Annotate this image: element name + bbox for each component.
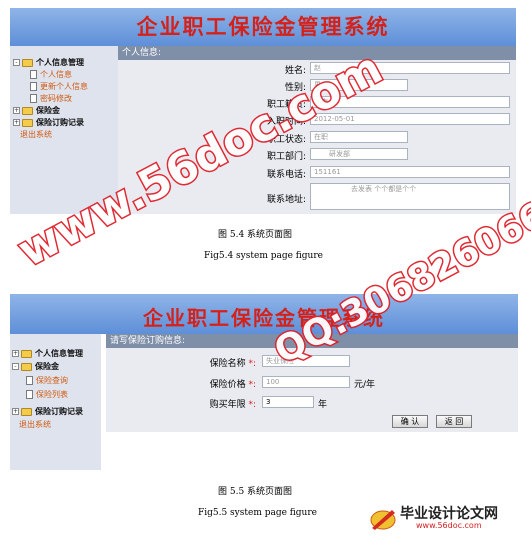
tree-item-personal-info[interactable]: + 个人信息管理 bbox=[12, 348, 83, 359]
figure-caption-cn: 图 5.4 系统页面图 bbox=[218, 230, 293, 240]
document-icon bbox=[30, 82, 37, 91]
folder-icon bbox=[21, 407, 32, 416]
figure-caption-cn: 图 5.5 系统页面图 bbox=[218, 487, 293, 497]
tree-item-purchase-records[interactable]: + 保险订购记录 bbox=[12, 406, 83, 417]
tree-item-personal-info[interactable]: - 个人信息管理 bbox=[13, 57, 84, 68]
tree-item-personal-info-view[interactable]: 个人信息 bbox=[30, 69, 72, 80]
status-field[interactable]: 在职 bbox=[310, 131, 408, 143]
years-unit: 年 bbox=[318, 400, 328, 410]
screenshot-insurance-order: 企业职工保险金管理系统 + 个人信息管理 - 保险金 保险查询 保险列表 + 保… bbox=[10, 294, 518, 470]
tree-item-purchase-records[interactable]: + 保险订购记录 bbox=[13, 117, 84, 128]
back-button[interactable]: 返 回 bbox=[436, 415, 472, 428]
required-mark: *: bbox=[248, 359, 256, 369]
tree-item-password-change[interactable]: 密码修改 bbox=[30, 93, 72, 104]
app-banner: 企业职工保险金管理系统 bbox=[10, 294, 518, 334]
tree-item-insurance-query[interactable]: 保险查询 bbox=[26, 375, 68, 386]
site-logo: 毕业设计论文网 www.56doc.com bbox=[368, 503, 528, 533]
required-mark: *: bbox=[248, 400, 256, 410]
required-mark: *: bbox=[248, 380, 256, 390]
price-unit: 元/年 bbox=[354, 380, 376, 390]
expand-toggle-icon[interactable]: + bbox=[13, 119, 20, 126]
nav-sidebar: + 个人信息管理 - 保险金 保险查询 保险列表 + 保险订购记录 退出系统 bbox=[10, 334, 101, 470]
insurance-name-label: 保险名称 *: bbox=[209, 359, 256, 369]
logo-url: www.56doc.com bbox=[416, 521, 482, 530]
expand-toggle-icon[interactable]: + bbox=[12, 350, 19, 357]
logo-pen-icon bbox=[370, 510, 396, 530]
collapse-toggle-icon[interactable]: - bbox=[13, 59, 20, 66]
logo-title: 毕业设计论文网 bbox=[400, 506, 498, 522]
collapse-toggle-icon[interactable]: - bbox=[12, 363, 19, 370]
figure-caption-en: Fig5.5 system page figure bbox=[198, 508, 317, 518]
purchase-years-field[interactable]: 3 bbox=[262, 396, 314, 408]
field-label-phone: 联系电话: bbox=[266, 170, 306, 180]
app-banner: 企业职工保险金管理系统 bbox=[10, 8, 516, 46]
document-icon bbox=[26, 376, 33, 385]
confirm-button[interactable]: 确 认 bbox=[392, 415, 428, 428]
folder-icon bbox=[22, 58, 33, 67]
document-icon bbox=[30, 94, 37, 103]
document-icon bbox=[26, 390, 33, 399]
document-icon bbox=[30, 70, 37, 79]
folder-icon bbox=[21, 362, 32, 371]
folder-icon bbox=[21, 349, 32, 358]
section-title: 个人信息: bbox=[118, 46, 516, 60]
insurance-price-label: 保险价格 *: bbox=[209, 380, 256, 390]
department-field[interactable]: 研发部 bbox=[310, 148, 408, 160]
tree-item-insurance-list[interactable]: 保险列表 bbox=[26, 389, 68, 400]
tree-item-logout[interactable]: 退出系统 bbox=[19, 419, 51, 430]
address-field[interactable]: 去发表 个个都是个个 bbox=[310, 183, 510, 210]
field-label-department: 职工部门: bbox=[266, 152, 306, 162]
tree-item-update-info[interactable]: 更新个人信息 bbox=[30, 81, 88, 92]
tree-item-insurance[interactable]: - 保险金 bbox=[12, 361, 59, 372]
field-label-name: 姓名: bbox=[284, 66, 306, 76]
hire-date-field[interactable]: 2012-05-01 bbox=[310, 113, 510, 125]
expand-toggle-icon[interactable]: + bbox=[13, 107, 20, 114]
tree-item-insurance[interactable]: + 保险金 bbox=[13, 105, 60, 116]
phone-field[interactable]: 151161 bbox=[310, 166, 510, 178]
insurance-price-field[interactable]: 100 bbox=[262, 376, 350, 388]
folder-icon bbox=[22, 118, 33, 127]
tree-item-logout[interactable]: 退出系统 bbox=[20, 129, 52, 140]
field-label-address: 联系地址: bbox=[266, 195, 306, 205]
folder-icon bbox=[22, 106, 33, 115]
purchase-years-label: 购买年限 *: bbox=[209, 400, 256, 410]
figure-caption-en: Fig5.4 system page figure bbox=[204, 251, 323, 261]
expand-toggle-icon[interactable]: + bbox=[12, 408, 19, 415]
